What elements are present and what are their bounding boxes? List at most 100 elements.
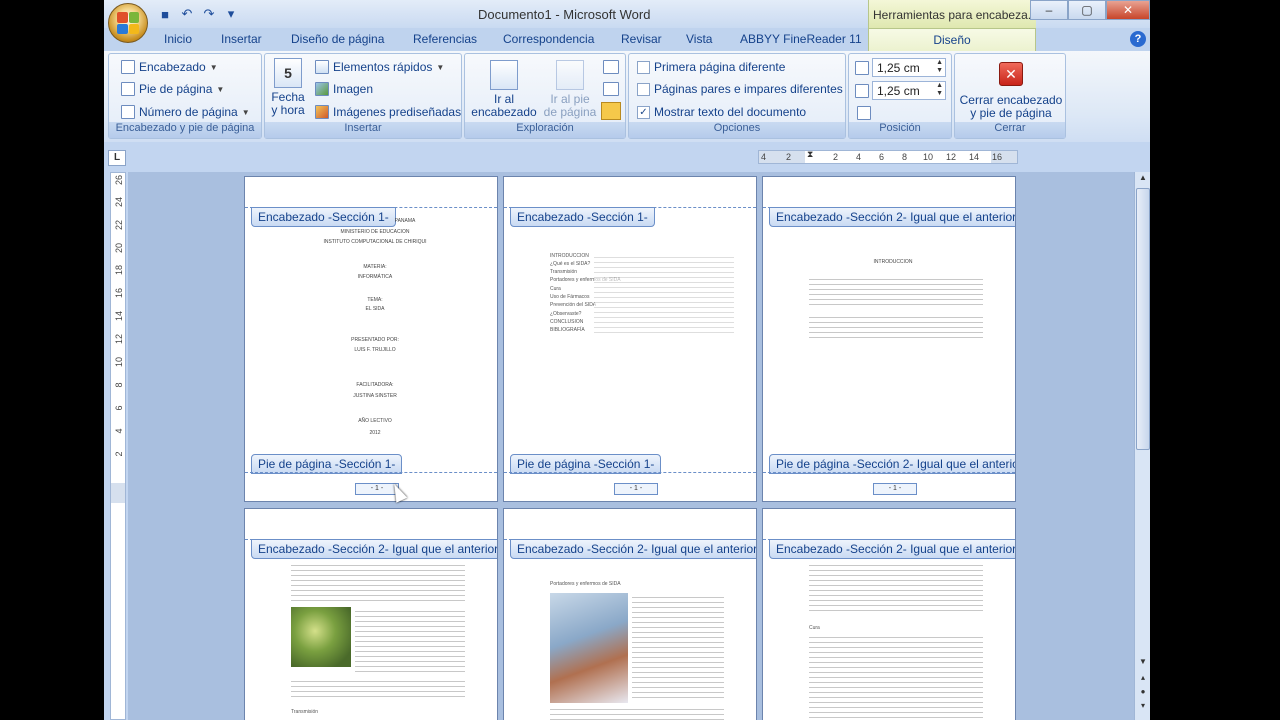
undo-icon[interactable]: ↶: [178, 5, 196, 23]
picture-button[interactable]: Imagen: [315, 82, 373, 96]
indent-marker-icon[interactable]: ⧗: [807, 149, 813, 160]
vertical-ruler[interactable]: 26 24 22 20 18 16 14 12 10 8 6 4 2: [110, 172, 126, 720]
tab-referencias[interactable]: Referencias: [413, 32, 477, 46]
footer-position-spinner[interactable]: 1,25 cm ▲ ▼: [855, 81, 946, 100]
scroll-down-icon[interactable]: ▼: [1136, 656, 1150, 668]
scroll-up-icon[interactable]: ▲: [1136, 172, 1150, 184]
footer-dropdown-button[interactable]: Pie de página ▼: [121, 82, 224, 96]
go-to-footer-button[interactable]: Ir al pie de página: [541, 60, 599, 119]
tab-correspondencia[interactable]: Correspondencia: [503, 32, 594, 46]
header-section-tag: Encabezado -Sección 2- Igual que el ante…: [510, 539, 756, 559]
spinner-arrows-icon[interactable]: ▲ ▼: [936, 82, 943, 98]
browse-object-icon[interactable]: ●: [1136, 686, 1150, 698]
footer-position-icon: [855, 83, 869, 98]
patient-photo[interactable]: [550, 593, 628, 703]
virus-image[interactable]: [291, 607, 351, 667]
checkbox-icon: [637, 60, 650, 74]
page-6[interactable]: Encabezado -Sección 2- Igual que el ante…: [762, 508, 1016, 720]
toc-leader-lines: [594, 253, 734, 335]
footer-position-field[interactable]: 1,25 cm ▲ ▼: [872, 81, 946, 100]
footer-boundary: [245, 472, 497, 473]
subheading: Cura: [809, 625, 820, 631]
page-5[interactable]: Encabezado -Sección 2- Igual que el ante…: [503, 508, 757, 720]
picture-label: Imagen: [333, 82, 374, 96]
page-number-dropdown-button[interactable]: Número de página ▼: [121, 105, 250, 119]
footer-label: Pie de página: [139, 82, 213, 96]
page-2[interactable]: Encabezado -Sección 1- INTRODUCCION ¿Qué…: [503, 176, 757, 502]
tab-insertar[interactable]: Insertar: [221, 32, 262, 46]
ruler-tick: 26: [114, 175, 124, 186]
close-header-footer-button[interactable]: ✕ Cerrar encabezado y pie de página: [959, 62, 1063, 120]
group-label: Insertar: [265, 122, 461, 138]
office-button[interactable]: [108, 3, 148, 43]
ruler-tick: 6: [879, 152, 885, 162]
tab-revisar[interactable]: Revisar: [621, 32, 662, 46]
paragraph-lines: [809, 633, 983, 720]
context-tools-title: Herramientas para encabeza...: [868, 0, 1038, 28]
scroll-thumb[interactable]: [1136, 188, 1150, 450]
quick-parts-icon: [315, 60, 329, 74]
paragraph-lines: [355, 607, 465, 675]
tab-diseno[interactable]: Diseño: [868, 28, 1036, 51]
vertical-scrollbar[interactable]: ▲ ▼ ▴ ● ▾: [1134, 172, 1150, 720]
next-section-icon[interactable]: [603, 82, 619, 96]
ruler-tick: 6: [114, 405, 124, 411]
page-3[interactable]: Encabezado -Sección 2- Igual que el ante…: [762, 176, 1016, 502]
page-number-field[interactable]: - 1 -: [614, 483, 658, 495]
header-position-spinner[interactable]: 1,25 cm ▲ ▼: [855, 58, 946, 77]
maximize-button[interactable]: ▢: [1068, 0, 1106, 20]
date-time-button[interactable]: 5 Fecha y hora: [269, 58, 307, 117]
group-header-footer: Encabezado ▼ Pie de página ▼ Número de pág…: [108, 53, 262, 139]
page-number-field[interactable]: - 1 -: [873, 483, 917, 495]
tab-vista[interactable]: Vista: [686, 32, 712, 46]
ruler-tick: 16: [992, 152, 1003, 162]
paragraph-lines: [809, 275, 983, 309]
footer-section-tag: Pie de página -Sección 1-: [510, 454, 662, 474]
document-area[interactable]: Encabezado -Sección 1- PANAMA MINISTERIO…: [128, 172, 1134, 720]
picture-icon: [315, 82, 329, 96]
close-label-2: y pie de página: [970, 106, 1052, 120]
tab-diseno-pagina[interactable]: Diseño de página: [291, 32, 384, 46]
previous-page-icon[interactable]: ▴: [1136, 672, 1150, 684]
close-button[interactable]: ✕: [1106, 0, 1150, 20]
ruler-tick: 14: [969, 152, 980, 162]
footer-section-tag: Pie de página -Sección 1-: [251, 454, 403, 474]
tab-selector[interactable]: L: [108, 150, 126, 166]
header-section-tag: Encabezado -Sección 1-: [510, 207, 655, 227]
tab-inicio[interactable]: Inicio: [164, 32, 192, 46]
tab-abbyy[interactable]: ABBYY FineReader 11: [740, 32, 862, 46]
toc-entry: ¿Qué es el SIDA?: [550, 261, 591, 267]
go-to-header-button[interactable]: Ir al encabezado: [471, 60, 537, 119]
insert-alignment-tab-icon[interactable]: [857, 106, 871, 120]
different-first-page-checkbox[interactable]: Primera página diferente: [637, 60, 785, 74]
go-to-header-label-2: encabezado: [471, 105, 537, 119]
next-page-icon[interactable]: ▾: [1136, 700, 1150, 712]
header-section-tag: Encabezado -Sección 1-: [251, 207, 396, 227]
quick-parts-button[interactable]: Elementos rápidos ▼: [315, 60, 444, 74]
clip-art-button[interactable]: Imágenes prediseñadas: [315, 105, 461, 119]
help-icon[interactable]: ?: [1130, 31, 1146, 47]
group-label: Cerrar: [955, 122, 1065, 138]
window-controls: – ▢ ✕: [1030, 0, 1150, 20]
page-4[interactable]: Encabezado -Sección 2- Igual que el ante…: [244, 508, 498, 720]
previous-section-icon[interactable]: [603, 60, 619, 74]
title-bar: ■ ↶ ↷ ▾ Documento1 - Microsoft Word Herr…: [104, 0, 1150, 28]
word-window: ■ ↶ ↷ ▾ Documento1 - Microsoft Word Herr…: [104, 0, 1150, 720]
cover-line: PANAMA: [394, 218, 416, 224]
minimize-button[interactable]: –: [1030, 0, 1068, 20]
redo-icon[interactable]: ↷: [200, 5, 218, 23]
horizontal-ruler[interactable]: 4 2 2 4 6 8 10 12 14 16 ⧗: [758, 149, 1018, 164]
link-to-previous-icon[interactable]: [601, 102, 621, 120]
customize-qat-icon[interactable]: ▾: [222, 5, 240, 23]
go-to-header-icon: [490, 60, 518, 90]
different-odd-even-checkbox[interactable]: Páginas pares e impares diferentes: [637, 82, 843, 96]
header-section-tag: Encabezado -Sección 2- Igual que el ante…: [251, 539, 497, 559]
spinner-arrows-icon[interactable]: ▲ ▼: [936, 59, 943, 75]
toc-entry: CONCLUSION: [550, 319, 584, 325]
page-1[interactable]: Encabezado -Sección 1- PANAMA MINISTERIO…: [244, 176, 498, 502]
header-position-field[interactable]: 1,25 cm ▲ ▼: [872, 58, 946, 77]
header-dropdown-button[interactable]: Encabezado ▼: [121, 60, 218, 74]
show-document-text-checkbox[interactable]: ✓ Mostrar texto del documento: [637, 105, 806, 119]
save-icon[interactable]: ■: [156, 5, 174, 23]
checkbox-icon: [637, 82, 650, 96]
